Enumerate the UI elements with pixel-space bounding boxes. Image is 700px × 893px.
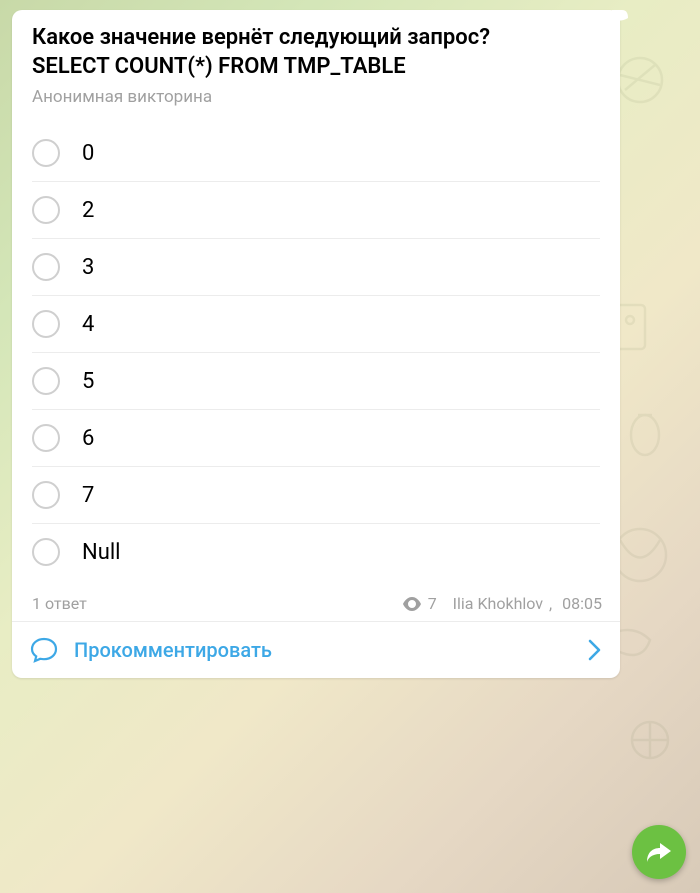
views-icon <box>402 597 422 611</box>
message-time: 08:05 <box>562 594 602 613</box>
poll-option-label: 7 <box>82 483 94 508</box>
bubble-tail <box>612 10 628 26</box>
radio-icon <box>32 538 60 566</box>
radio-icon <box>32 481 60 509</box>
comment-label: Прокомментировать <box>74 638 588 662</box>
poll-option[interactable]: 7 <box>28 467 600 524</box>
comment-icon <box>30 636 58 664</box>
poll-message-bubble: Какое значение вернёт следующий запрос? … <box>12 10 620 678</box>
share-button[interactable] <box>632 825 686 879</box>
poll-option-label: Null <box>82 540 121 565</box>
poll-option[interactable]: 6 <box>28 410 600 467</box>
share-icon <box>646 840 672 864</box>
poll-option[interactable]: 3 <box>28 239 600 296</box>
poll-option-label: 4 <box>82 312 94 337</box>
poll-option-label: 5 <box>82 369 94 394</box>
poll-option[interactable]: 4 <box>28 296 600 353</box>
radio-icon <box>32 253 60 281</box>
poll-option-label: 6 <box>82 426 94 451</box>
poll-option[interactable]: 0 <box>28 125 600 182</box>
chevron-right-icon <box>588 639 602 661</box>
comment-button[interactable]: Прокомментировать <box>12 621 620 678</box>
poll-options-list: 0 2 3 <box>28 125 600 580</box>
poll-type-label: Анонимная викторина <box>32 87 600 107</box>
answers-count: 1 ответ <box>32 594 87 613</box>
poll-option[interactable]: 2 <box>28 182 600 239</box>
author-name: Ilia Khokhlov <box>453 594 543 613</box>
poll-footer: 1 ответ 7 Ilia Khokhlov, 08:05 <box>12 584 620 621</box>
radio-icon <box>32 367 60 395</box>
poll-option[interactable]: Null <box>28 524 600 580</box>
poll-option-label: 0 <box>82 141 94 166</box>
poll-option-label: 2 <box>82 198 94 223</box>
poll-option-label: 3 <box>82 255 94 280</box>
poll-question: Какое значение вернёт следующий запрос? … <box>32 24 600 81</box>
radio-icon <box>32 196 60 224</box>
poll-option[interactable]: 5 <box>28 353 600 410</box>
radio-icon <box>32 310 60 338</box>
views-count: 7 <box>428 594 437 613</box>
radio-icon <box>32 139 60 167</box>
radio-icon <box>32 424 60 452</box>
